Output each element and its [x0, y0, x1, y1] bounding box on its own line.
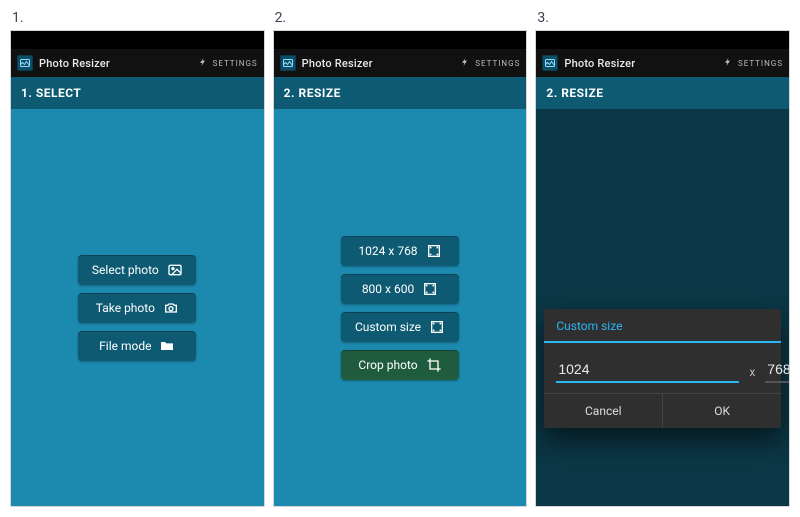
file-mode-button[interactable]: File mode [78, 331, 196, 361]
panel-3: 3. Photo Resizer SETTINGS 2. RESIZE [535, 10, 790, 507]
take-photo-label: Take photo [96, 301, 155, 315]
settings-label: SETTINGS [475, 59, 520, 68]
settings-label: SETTINGS [738, 59, 783, 68]
step-number-1: 1. [10, 10, 265, 30]
step-number-2: 2. [273, 10, 528, 30]
step-header: 1. SELECT [11, 77, 264, 109]
android-statusbar [11, 31, 264, 49]
custom-size-dialog: Custom size x Cancel OK [544, 309, 781, 428]
size-800-label: 800 x 600 [362, 282, 414, 296]
step-header: 2. RESIZE [274, 77, 527, 109]
screen-area: Select photo Take photo File mode [11, 109, 264, 506]
android-statusbar [536, 31, 789, 49]
select-photo-label: Select photo [92, 263, 159, 277]
app-bar: Photo Resizer SETTINGS [11, 49, 264, 77]
phone-frame-1: Photo Resizer SETTINGS 1. SELECT Select … [10, 30, 265, 507]
expand-icon [426, 243, 442, 259]
size-1024-label: 1024 x 768 [358, 244, 417, 258]
select-photo-button[interactable]: Select photo [78, 255, 196, 285]
app-title: Photo Resizer [564, 57, 716, 70]
settings-run-icon [197, 56, 209, 70]
size-1024-button[interactable]: 1024 x 768 [341, 236, 459, 266]
dialog-actions: Cancel OK [544, 393, 781, 428]
three-panel-layout: 1. Photo Resizer SETTINGS 1. SELECT [0, 0, 800, 517]
by-separator: x [749, 365, 755, 383]
screen-area: Crop photo Custom size x Cancel [536, 109, 789, 506]
button-stack: Select photo Take photo File mode [78, 255, 196, 361]
button-stack: 1024 x 768 800 x 600 Custom size [341, 236, 459, 380]
phone-frame-2: Photo Resizer SETTINGS 2. RESIZE 1024 x … [273, 30, 528, 507]
image-icon [167, 262, 183, 278]
panel-2: 2. Photo Resizer SETTINGS 2. RESIZE [273, 10, 528, 507]
height-input[interactable] [765, 357, 790, 383]
phone-frame-3: Photo Resizer SETTINGS 2. RESIZE Crop ph… [535, 30, 790, 507]
settings-run-icon [459, 56, 471, 70]
crop-photo-button[interactable]: Crop photo [341, 350, 459, 380]
width-input[interactable] [556, 357, 739, 383]
step-number-3: 3. [535, 10, 790, 30]
step-header: 2. RESIZE [536, 77, 789, 109]
app-logo-icon [542, 55, 558, 71]
file-mode-label: File mode [99, 339, 151, 353]
settings-button[interactable]: SETTINGS [722, 56, 783, 70]
app-bar: Photo Resizer SETTINGS [536, 49, 789, 77]
crop-icon [426, 357, 442, 373]
app-bar: Photo Resizer SETTINGS [274, 49, 527, 77]
panel-1: 1. Photo Resizer SETTINGS 1. SELECT [10, 10, 265, 507]
custom-size-button[interactable]: Custom size [341, 312, 459, 342]
app-title: Photo Resizer [39, 57, 191, 70]
android-statusbar [274, 31, 527, 49]
settings-button[interactable]: SETTINGS [197, 56, 258, 70]
settings-run-icon [722, 56, 734, 70]
app-logo-icon [280, 55, 296, 71]
screen-area: 1024 x 768 800 x 600 Custom size [274, 109, 527, 506]
dialog-title: Custom size [544, 309, 781, 343]
take-photo-button[interactable]: Take photo [78, 293, 196, 323]
camera-icon [163, 300, 179, 316]
settings-label: SETTINGS [213, 59, 258, 68]
custom-size-label: Custom size [355, 320, 421, 334]
settings-button[interactable]: SETTINGS [459, 56, 520, 70]
expand-icon [422, 281, 438, 297]
size-800-button[interactable]: 800 x 600 [341, 274, 459, 304]
cancel-button[interactable]: Cancel [544, 394, 662, 428]
ok-button[interactable]: OK [662, 394, 781, 428]
expand-icon [429, 319, 445, 335]
app-logo-icon [17, 55, 33, 71]
app-title: Photo Resizer [302, 57, 454, 70]
folder-icon [159, 338, 175, 354]
dialog-body: x [544, 343, 781, 393]
crop-photo-label: Crop photo [358, 358, 417, 372]
